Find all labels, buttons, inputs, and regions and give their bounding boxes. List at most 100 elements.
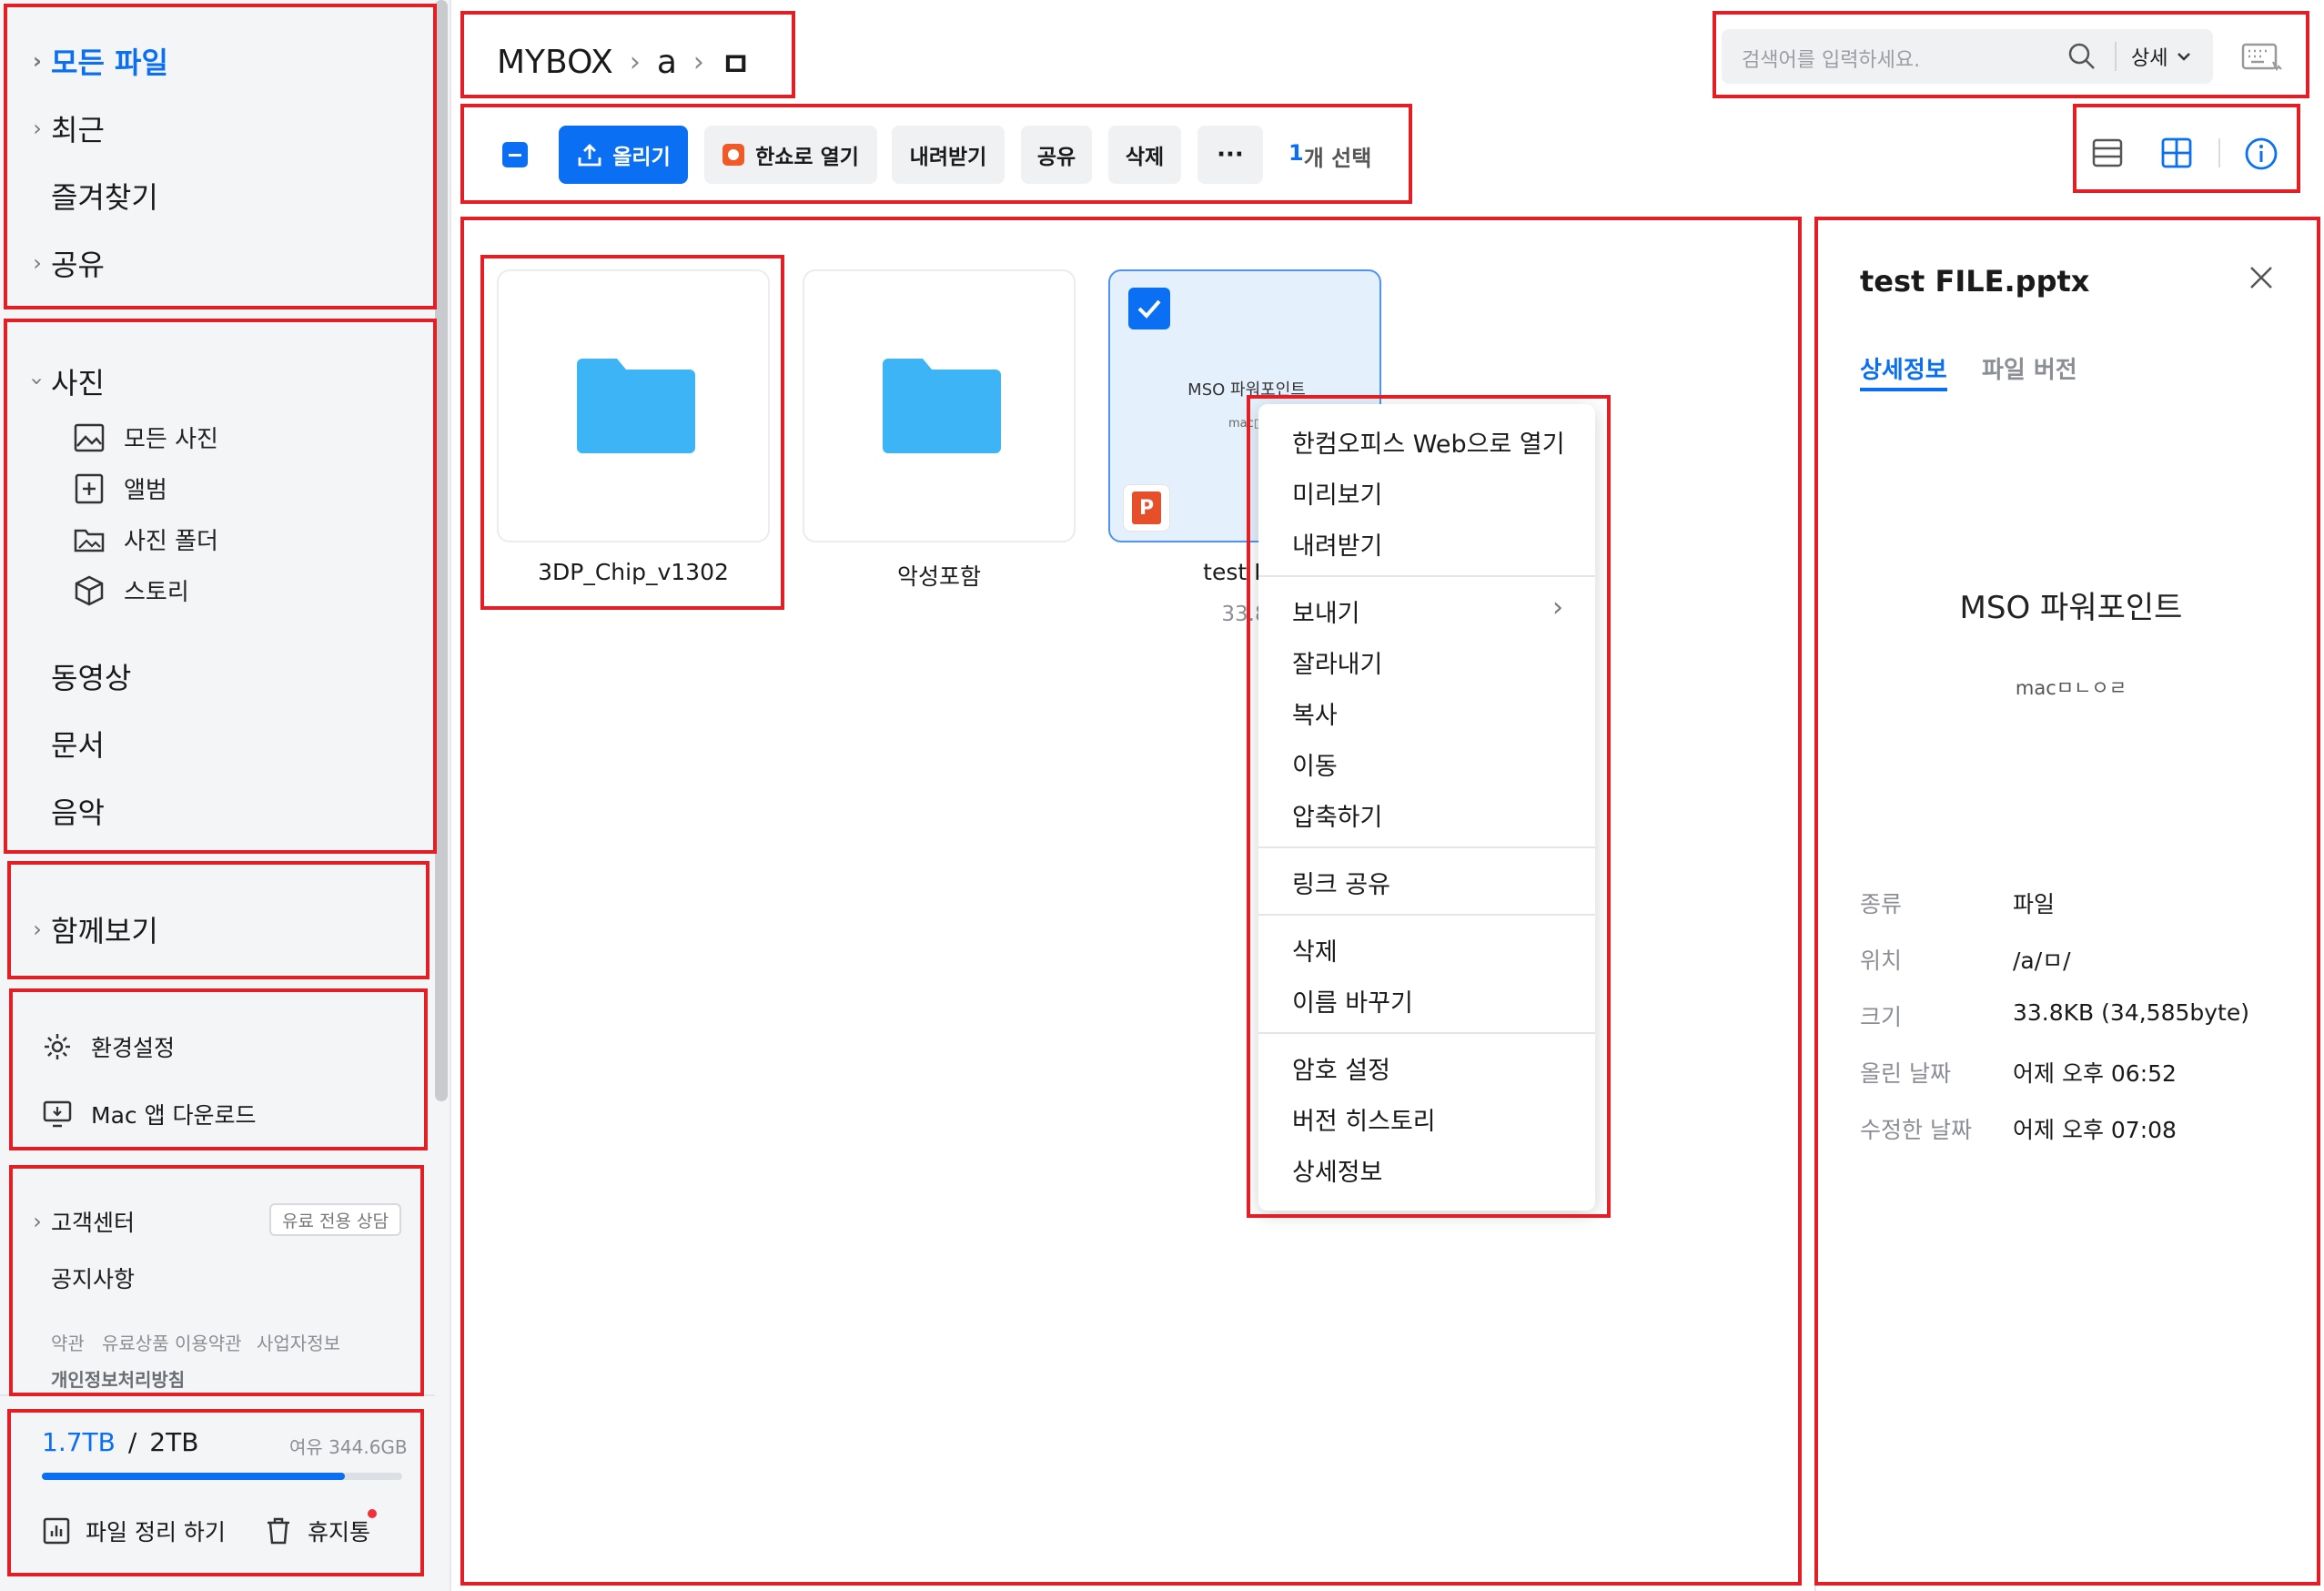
folder-card[interactable] [497,269,770,542]
storage-used: 1.7TB [42,1427,116,1457]
menu-rename[interactable]: 이름 바꾸기 [1292,983,1413,1018]
open-hanshow-button[interactable]: 한쇼로 열기 [704,126,877,184]
grid-view-icon[interactable] [2160,137,2193,169]
sidebar-item-music[interactable]: 음악 [51,790,105,832]
divider [0,1394,435,1396]
cleanup-button[interactable]: 파일 정리 하기 [42,1515,226,1547]
sidebar-item-story[interactable]: 스토리 [73,573,189,607]
preview-subtitle: macㅁㄴㅇㄹ [2015,677,2127,699]
more-button[interactable]: ··· [1197,126,1263,184]
tab-active-indicator [1860,388,1947,391]
breadcrumb: MYBOX › a › ㅁ [497,38,751,86]
search-input[interactable]: 검색어를 입력하세요. [1742,44,1920,73]
sidebar-item-all-files[interactable]: › 모든 파일 [27,40,168,82]
menu-move[interactable]: 이동 [1292,746,1338,782]
hanshow-icon [722,144,745,166]
privacy-link[interactable]: 개인정보처리방침 [51,1365,185,1392]
sidebar-item-video[interactable]: 동영상 [51,655,131,697]
chevron-right-icon: › [1552,592,1563,623]
sidebar-scrollbar[interactable] [435,0,448,1101]
sidebar-item-notice[interactable]: 공지사항 [51,1262,135,1294]
search-icon[interactable] [2066,40,2098,73]
chevron-right-icon: › [629,46,641,78]
menu-open-web[interactable]: 한컴오피스 Web으로 열기 [1292,424,1565,460]
sidebar-item-mac-app[interactable]: Mac 앱 다운로드 [42,1098,257,1130]
monitor-download-icon [43,1100,72,1128]
menu-preview[interactable]: 미리보기 [1292,475,1382,511]
tab-file-versions[interactable]: 파일 버전 [1982,351,2077,385]
search-box[interactable]: 검색어를 입력하세요. 상세 [1722,29,2213,84]
breadcrumb-root[interactable]: MYBOX [497,44,613,81]
divider [2115,42,2117,71]
sidebar-item-label: 모든 사진 [124,426,218,453]
upload-label: 올리기 [612,146,671,169]
folder-icon [883,359,1001,453]
detail-filename: test FILE.pptx [1860,264,2090,299]
menu-link-share[interactable]: 링크 공유 [1292,865,1390,900]
sidebar-item-album[interactable]: 앨범 [73,471,167,505]
panel-divider [1814,218,1816,1591]
list-view-icon[interactable] [2091,137,2124,169]
tab-detail-info[interactable]: 상세정보 [1860,351,1947,385]
sidebar-item-shared[interactable]: › 공유 [27,242,105,284]
file-name[interactable]: 악성포함 [803,559,1076,592]
menu-divider [1258,575,1595,577]
file-checkbox[interactable] [1128,288,1170,329]
close-icon[interactable] [2248,264,2275,291]
menu-cut[interactable]: 잘라내기 [1292,644,1382,680]
cleanup-label: 파일 정리 하기 [86,1519,226,1545]
breadcrumb-current: ㅁ [720,46,751,84]
sidebar-item-support[interactable]: › 고객센터 [27,1205,135,1238]
keyboard-shortcut-icon[interactable] [2240,40,2282,76]
menu-version-history[interactable]: 버전 히스토리 [1292,1101,1436,1137]
sidebar-item-recent[interactable]: › 최근 [27,107,105,149]
upload-button[interactable]: 올리기 [559,126,688,184]
sidebar-item-all-photos[interactable]: 모든 사진 [73,421,218,454]
sidebar-item-photos[interactable]: › 사진 [25,360,105,402]
menu-delete[interactable]: 삭제 [1292,932,1338,968]
powerpoint-icon: P [1132,491,1161,524]
breadcrumb-level1[interactable]: a [657,44,677,81]
menu-compress[interactable]: 압축하기 [1292,797,1382,833]
search-detail-dropdown[interactable]: 상세 [2131,42,2193,71]
menu-copy[interactable]: 복사 [1292,695,1338,731]
detail-value: 33.8KB (34,585byte) [2013,999,2249,1026]
info-icon[interactable] [2244,137,2279,171]
sidebar-item-settings[interactable]: 환경설정 [42,1030,175,1063]
storage-free: 여유 344.6GB [289,1436,408,1458]
share-button[interactable]: 공유 [1021,126,1092,184]
gear-icon [45,1034,70,1059]
detail-value: 어제 오후 06:52 [2013,1060,2177,1087]
menu-password[interactable]: 암호 설정 [1292,1050,1390,1086]
sidebar-item-docs[interactable]: 문서 [51,723,105,765]
sidebar-item-label: 모든 파일 [51,46,168,80]
sidebar-item-favorites[interactable]: 즐겨찾기 [51,175,158,217]
sidebar-item-together[interactable]: › 함께보기 [27,908,158,950]
paid-support-badge[interactable]: 유료 전용 상담 [269,1203,401,1236]
preview-title: MSO 파워포인트 [1959,590,2183,626]
sidebar-item-photo-folder[interactable]: 사진 폴더 [73,522,218,556]
file-name[interactable]: 3DP_Chip_v1302 [497,559,770,585]
menu-download[interactable]: 내려받기 [1292,526,1382,562]
detail-label: 올린 날짜 [1860,1060,1951,1087]
photo-folder-icon [74,529,105,552]
chevron-right-icon: › [33,48,42,74]
folder-card[interactable] [803,269,1076,542]
paid-terms-link[interactable]: 유료상품 이용약관 [102,1329,242,1355]
mybox-app: › 모든 파일 › 최근 즐겨찾기 › 공유 › 사진 모든 사진 앨범 사진 … [0,0,2324,1591]
open-hanshow-label: 한쇼로 열기 [755,146,859,169]
business-info-link[interactable]: 사업자정보 [257,1329,340,1355]
detail-value: /a/ㅁ/ [2013,948,2071,974]
trash-button[interactable]: 휴지통 [264,1515,370,1547]
thumbnail-title: MSO 파워포인트 [1187,380,1306,400]
search-detail-label: 상세 [2131,47,2168,70]
menu-info[interactable]: 상세정보 [1292,1152,1382,1188]
sidebar-item-label: Mac 앱 다운로드 [91,1102,257,1129]
chevron-right-icon: › [33,1209,42,1234]
delete-button[interactable]: 삭제 [1108,126,1181,184]
sidebar-item-label: 스토리 [124,579,189,606]
select-all-checkbox[interactable] [502,142,528,167]
download-button[interactable]: 내려받기 [892,126,1005,184]
menu-send[interactable]: 보내기 [1292,593,1360,629]
terms-link[interactable]: 약관 [51,1329,85,1355]
